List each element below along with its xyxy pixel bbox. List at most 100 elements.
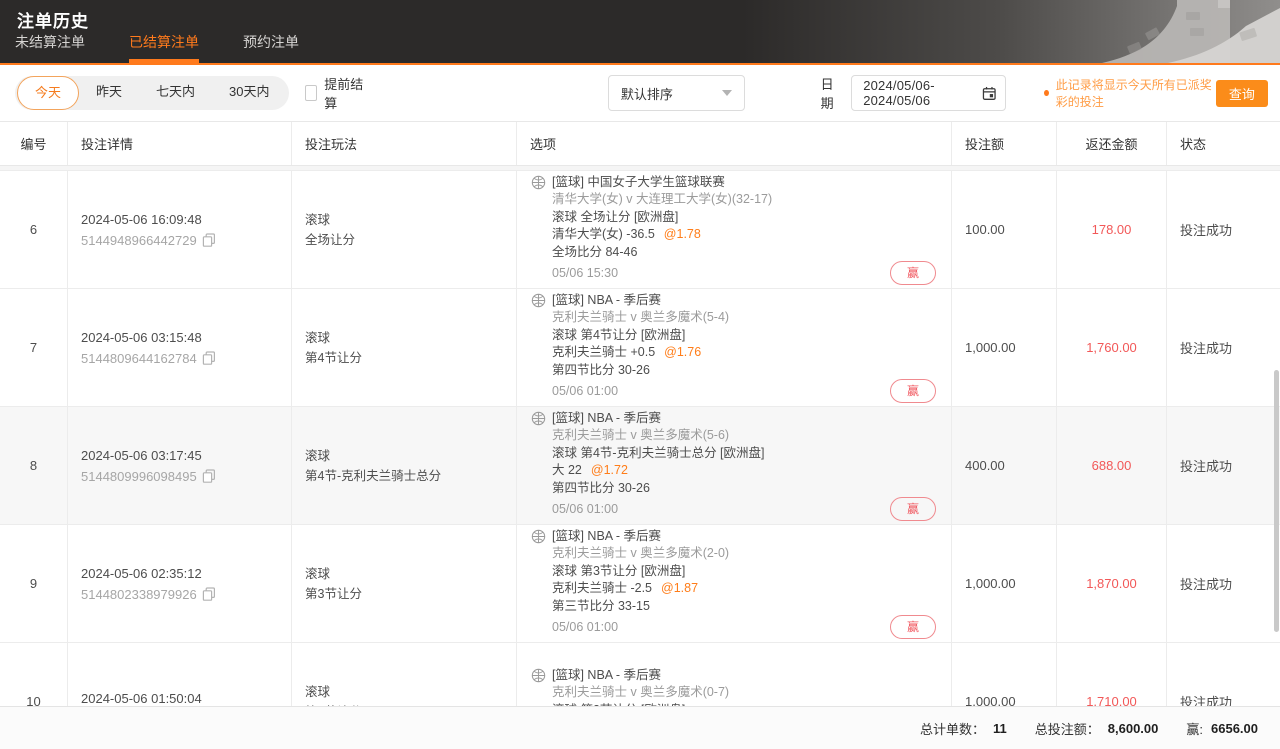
- row-number: 10: [0, 643, 68, 706]
- basketball-icon: [531, 411, 546, 426]
- table-row[interactable]: 7 2024-05-06 03:15:48 5144809644162784 滚…: [0, 289, 1280, 407]
- option-cell: [篮球] NBA - 季后赛 克利夫兰骑士 v 奥兰多魔术(5-6) 滚球 第4…: [517, 407, 952, 524]
- copy-icon[interactable]: [202, 233, 216, 247]
- copy-icon[interactable]: [202, 587, 216, 601]
- early-settle-checkbox[interactable]: [305, 85, 318, 101]
- range-today-pill[interactable]: 今天: [17, 76, 79, 110]
- score-line: 第四节比分 30-26: [552, 480, 936, 498]
- early-settle-label: 提前结算: [324, 74, 364, 112]
- league-name: [篮球] NBA - 季后赛: [552, 528, 661, 546]
- market-line: 滚球 第4节-克利夫兰骑士总分 [欧洲盘]: [552, 445, 936, 463]
- total-win-group: 赢: 6656.00: [1186, 719, 1258, 738]
- order-id: 5144809644162784: [81, 351, 197, 366]
- score-line: 第四节比分 30-26: [552, 362, 936, 380]
- selection-text: 克利夫兰骑士 +0.5: [552, 344, 655, 362]
- total-count-value: 11: [993, 721, 1007, 736]
- bet-status: 投注成功: [1167, 407, 1280, 524]
- bet-detail-cell: 2024-05-06 16:09:48 5144948966442729: [68, 171, 292, 288]
- league-line: [篮球] NBA - 季后赛: [531, 410, 936, 428]
- result-badge: 赢: [890, 497, 936, 521]
- table-body[interactable]: 6 2024-05-06 16:09:48 5144948966442729 滚…: [0, 166, 1280, 706]
- stake-amount: 100.00: [952, 171, 1057, 288]
- result-badge: 赢: [890, 261, 936, 285]
- total-count-group: 总计单数： 11: [920, 719, 1007, 738]
- odds-value: @1.87: [661, 580, 698, 598]
- league-line: [篮球] NBA - 季后赛: [531, 292, 936, 310]
- odds-value: @1.76: [664, 344, 701, 362]
- column-header-no: 编号: [0, 122, 68, 165]
- basketball-icon: [531, 175, 546, 190]
- vertical-scrollbar-thumb[interactable]: [1274, 370, 1279, 632]
- option-cell: [篮球] NBA - 季后赛 克利夫兰骑士 v 奥兰多魔术(2-0) 滚球 第3…: [517, 525, 952, 642]
- bet-detail-cell: 2024-05-06 02:35:12 5144802338979926: [68, 525, 292, 642]
- result-badge: 赢: [890, 615, 936, 639]
- sort-dropdown[interactable]: 默认排序: [608, 75, 745, 111]
- notice-text: 此记录将显示今天所有已派奖彩的投注: [1056, 76, 1216, 110]
- league-name: [篮球] NBA - 季后赛: [552, 292, 661, 310]
- return-amount: 1,760.00: [1057, 289, 1167, 406]
- market-line: 滚球 全场让分 [欧洲盘]: [552, 209, 936, 227]
- play-type-line1: 滚球: [305, 210, 516, 230]
- basketball-icon: [531, 529, 546, 544]
- play-type-line1: 滚球: [305, 682, 516, 702]
- tab-reserved[interactable]: 预约注单: [243, 32, 299, 63]
- bet-detail-cell: 2024-05-06 03:17:45 5144809996098495: [68, 407, 292, 524]
- early-settle-option[interactable]: 提前结算: [305, 74, 364, 112]
- order-id-line: 5144802338979926: [81, 587, 291, 602]
- match-time-line: 05/06 01:00 赢: [552, 379, 936, 403]
- league-name: [篮球] NBA - 季后赛: [552, 410, 661, 428]
- order-id-line: 5144948966442729: [81, 233, 291, 248]
- bet-status: 投注成功: [1167, 289, 1280, 406]
- table-row[interactable]: 6 2024-05-06 16:09:48 5144948966442729 滚…: [0, 171, 1280, 289]
- sort-dropdown-value: 默认排序: [621, 84, 673, 103]
- bet-status: 投注成功: [1167, 171, 1280, 288]
- date-range-input[interactable]: 2024/05/06-2024/05/06: [851, 75, 1006, 111]
- league-line: [篮球] NBA - 季后赛: [531, 528, 936, 546]
- chevron-down-icon: [722, 90, 732, 96]
- selection-line: 清华大学(女) -36.5 @1.78: [552, 226, 936, 244]
- table-header: 编号 投注详情 投注玩法 选项 投注额 返还金额 状态: [0, 121, 1280, 166]
- summary-footer: 总计单数： 11 总投注额： 8,600.00 赢: 6656.00: [0, 706, 1280, 749]
- payout-notice: 此记录将显示今天所有已派奖彩的投注: [1044, 76, 1216, 110]
- return-amount: 178.00: [1057, 171, 1167, 288]
- copy-icon[interactable]: [202, 469, 216, 483]
- score-line: 全场比分 84-46: [552, 244, 936, 262]
- tab-settled[interactable]: 已结算注单: [129, 32, 199, 63]
- column-header-status: 状态: [1167, 122, 1280, 165]
- filter-bar: 今天 昨天 七天内 30天内 提前结算 默认排序 日期 2024/05/06-2…: [0, 65, 1280, 121]
- stake-amount: 400.00: [952, 407, 1057, 524]
- range-yesterday-pill[interactable]: 昨天: [79, 76, 139, 110]
- column-header-option: 选项: [517, 122, 952, 165]
- play-type-line1: 滚球: [305, 328, 516, 348]
- score-line: 第三节比分 33-15: [552, 598, 936, 616]
- row-number: 6: [0, 171, 68, 288]
- copy-icon[interactable]: [202, 351, 216, 365]
- bet-time: 2024-05-06 16:09:48: [81, 212, 291, 227]
- table-row[interactable]: 9 2024-05-06 02:35:12 5144802338979926 滚…: [0, 525, 1280, 643]
- tab-unsettled[interactable]: 未结算注单: [15, 32, 85, 63]
- odds-value: @1.72: [591, 462, 628, 480]
- total-stake-label: 总投注额：: [1035, 719, 1100, 738]
- odds-value: @1.78: [664, 226, 701, 244]
- league-name: [篮球] 中国女子大学生篮球联赛: [552, 174, 725, 192]
- range-7days-pill[interactable]: 七天内: [139, 76, 212, 110]
- option-cell: [篮球] NBA - 季后赛 克利夫兰骑士 v 奥兰多魔术(5-4) 滚球 第4…: [517, 289, 952, 406]
- column-header-return: 返还金额: [1057, 122, 1167, 165]
- table-row[interactable]: 10 2024-05-06 01:50:04 滚球 第2节让分: [0, 643, 1280, 706]
- table-row[interactable]: 8 2024-05-06 03:17:45 5144809996098495 滚…: [0, 407, 1280, 525]
- order-id-line: 5144809644162784: [81, 351, 291, 366]
- match-time: 05/06 01:00: [552, 501, 618, 519]
- column-header-play: 投注玩法: [292, 122, 517, 165]
- league-line: [篮球] 中国女子大学生篮球联赛: [531, 174, 936, 192]
- play-type-line2: 第4节让分: [305, 348, 516, 368]
- match-time-line: 05/06 01:00 赢: [552, 615, 936, 639]
- range-30days-pill[interactable]: 30天内: [212, 76, 286, 110]
- stake-amount: 1,000.00: [952, 289, 1057, 406]
- notice-dot-icon: [1044, 90, 1049, 96]
- total-stake-group: 总投注额： 8,600.00: [1035, 719, 1159, 738]
- query-button[interactable]: 查询: [1216, 80, 1268, 107]
- return-amount: 688.00: [1057, 407, 1167, 524]
- calendar-icon[interactable]: [982, 85, 997, 102]
- league-line: [篮球] NBA - 季后赛: [531, 667, 936, 685]
- order-id-line: 5144809996098495: [81, 469, 291, 484]
